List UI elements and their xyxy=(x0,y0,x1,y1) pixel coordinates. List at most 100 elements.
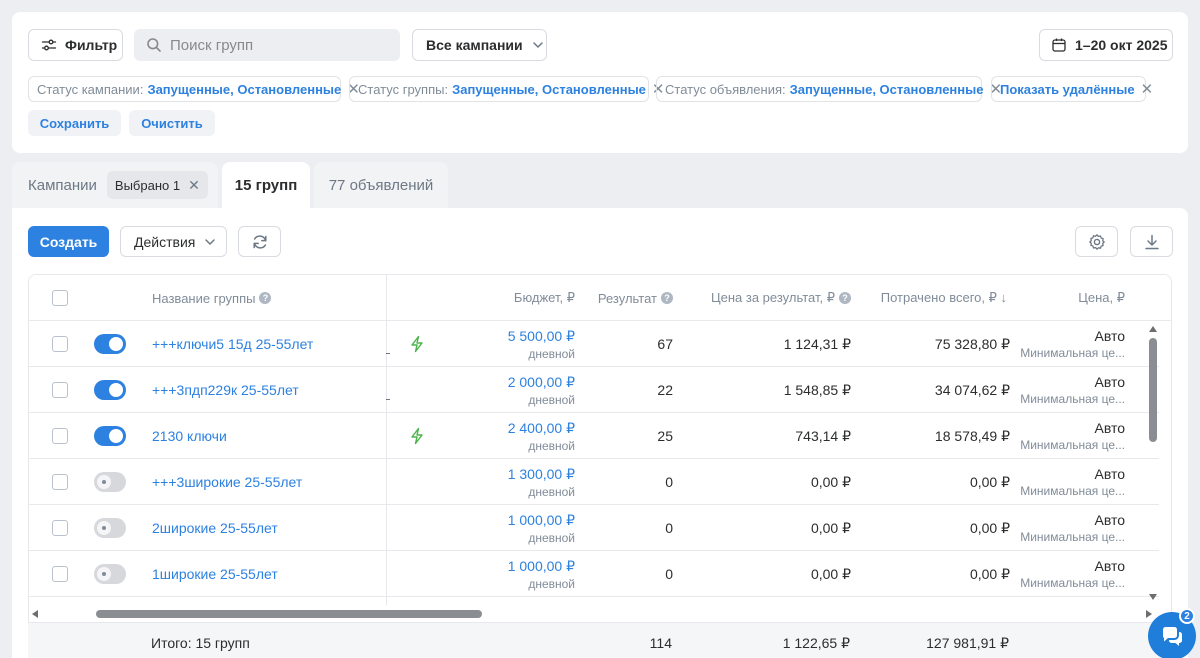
budget-amount[interactable]: 2 000,00 ₽ xyxy=(508,374,575,391)
select-all-checkbox[interactable] xyxy=(52,290,68,306)
header-name[interactable]: Название группы ? xyxy=(152,275,272,321)
budget-cell[interactable]: 2 400,00 ₽ дневной xyxy=(447,413,575,459)
search-input[interactable] xyxy=(170,36,390,54)
filter-chip-show-deleted[interactable]: Показать удалённые ✕ xyxy=(991,76,1153,102)
calendar-icon xyxy=(1052,38,1066,52)
chip-value: Показать удалённые xyxy=(1000,81,1135,97)
spent-cell: 75 328,80 ₽ xyxy=(934,335,1010,352)
bolt-cell xyxy=(409,321,425,367)
budget-cell[interactable]: 2 000,00 ₽ дневной xyxy=(447,367,575,413)
header-cost-per-result[interactable]: Цена за результат, ₽ ? xyxy=(689,275,851,321)
status-toggle[interactable] xyxy=(94,564,126,584)
budget-amount[interactable]: 5 500,00 ₽ xyxy=(508,328,575,345)
status-toggle[interactable] xyxy=(94,334,126,354)
row-toggle-cell xyxy=(94,551,126,597)
horizontal-scrollbar[interactable] xyxy=(28,607,1156,621)
tab-ads[interactable]: 77 объявлений xyxy=(314,162,448,208)
save-filter-button[interactable]: Сохранить xyxy=(28,110,121,136)
price-cell: Авто Минимальная це... xyxy=(1019,551,1125,597)
budget-amount[interactable]: 2 400,00 ₽ xyxy=(508,420,575,437)
budget-amount[interactable]: 1 000,00 ₽ xyxy=(508,558,575,575)
spent-cell: 18 578,49 ₽ xyxy=(934,427,1010,444)
budget-amount[interactable]: 1 300,00 ₽ xyxy=(508,466,575,483)
budget-cell[interactable]: 1 000,00 ₽ дневной xyxy=(447,551,575,597)
help-icon[interactable]: ? xyxy=(661,292,673,304)
chat-icon xyxy=(1162,627,1182,646)
header-result[interactable]: Результат ? xyxy=(589,275,673,321)
date-range-button[interactable]: 1–20 окт 2025 xyxy=(1039,29,1173,61)
filter-button[interactable]: Фильтр xyxy=(28,29,123,61)
table-row[interactable]: 2широкие 25-55лет 1 000,00 ₽ дневной 0 0,00 … xyxy=(29,505,1159,551)
tab-groups[interactable]: 15 групп xyxy=(222,162,310,208)
cost-per-result-cell: 1 124,31 ₽ xyxy=(783,335,851,352)
table-row[interactable]: 2130 ключи 2 400,00 ₽ дневной 25 743,14 ₽ 18 … xyxy=(29,413,1159,459)
result-cell: 0 xyxy=(665,566,673,582)
tab-campaigns[interactable]: Кампании Выбрано 1 ✕ xyxy=(12,162,218,208)
table-settings-button[interactable] xyxy=(1075,226,1118,257)
search-box[interactable] xyxy=(134,29,400,61)
status-toggle[interactable] xyxy=(94,518,126,538)
group-name-link[interactable]: 2широкие 25-55лет xyxy=(152,505,278,551)
budget-cell[interactable]: 5 500,00 ₽ дневной xyxy=(447,321,575,367)
row-checkbox[interactable] xyxy=(52,566,68,582)
header-price[interactable]: Цена, ₽ xyxy=(1029,275,1125,321)
help-icon[interactable]: ? xyxy=(259,292,272,304)
chevron-down-icon xyxy=(532,42,543,48)
group-name-link[interactable]: +++ключи5 15д 25-55лет xyxy=(152,321,313,367)
header-name-label: Название группы xyxy=(152,290,256,306)
filter-chip-campaign-status[interactable]: Статус кампании: Запущенные, Остановленн… xyxy=(28,76,360,102)
scroll-thumb[interactable] xyxy=(96,610,482,618)
scroll-thumb[interactable] xyxy=(1149,338,1157,442)
download-button[interactable] xyxy=(1130,226,1173,257)
row-checkbox[interactable] xyxy=(52,474,68,490)
scroll-up-icon[interactable] xyxy=(1149,326,1157,332)
header-budget[interactable]: Бюджет, ₽ xyxy=(447,275,575,321)
header-spent-total[interactable]: Потрачено всего, ₽ ↓ xyxy=(865,275,1007,321)
create-button[interactable]: Создать xyxy=(28,226,109,257)
group-name-link[interactable]: +++3широкие 25-55лет xyxy=(152,459,302,505)
table-row[interactable]: +++3широкие 25-55лет 1 300,00 ₽ дневной 0 0,… xyxy=(29,459,1159,505)
cost-per-result-cell: 0,00 ₽ xyxy=(810,519,851,536)
scroll-down-icon[interactable] xyxy=(1149,594,1157,600)
status-toggle[interactable] xyxy=(94,472,126,492)
help-icon[interactable]: ? xyxy=(839,292,851,304)
refresh-button[interactable] xyxy=(238,226,281,257)
budget-cell[interactable]: 1 300,00 ₽ дневной xyxy=(447,459,575,505)
result-cell: 0 xyxy=(665,474,673,490)
budget-amount[interactable]: 1 000,00 ₽ xyxy=(508,512,575,529)
spent-cell: 0,00 ₽ xyxy=(969,565,1010,582)
row-checkbox-cell xyxy=(52,505,68,551)
row-checkbox[interactable] xyxy=(52,382,68,398)
close-icon[interactable]: ✕ xyxy=(188,177,200,194)
close-icon[interactable]: ✕ xyxy=(1141,82,1154,97)
divider xyxy=(386,399,390,400)
totals-result: 114 xyxy=(649,635,672,651)
vertical-scrollbar[interactable] xyxy=(1147,322,1161,602)
filter-label: Фильтр xyxy=(65,37,118,53)
scroll-right-icon[interactable] xyxy=(1146,610,1152,618)
price-note: Минимальная це... xyxy=(1020,576,1125,590)
filter-chip-ad-status[interactable]: Статус объявления: Запущенные, Остановле… xyxy=(656,76,1002,102)
row-checkbox[interactable] xyxy=(52,336,68,352)
group-name-link[interactable]: +++3пдп229к 25-55лет xyxy=(152,367,299,413)
status-toggle[interactable] xyxy=(94,426,126,446)
sliders-icon xyxy=(41,39,57,51)
budget-period: дневной xyxy=(528,576,575,591)
table-row[interactable]: 1широкие 25-55лет 1 000,00 ₽ дневной 0 0,00 … xyxy=(29,551,1159,597)
group-name-link[interactable]: 2130 ключи xyxy=(152,413,227,459)
budget-cell[interactable]: 1 000,00 ₽ дневной xyxy=(447,505,575,551)
row-checkbox[interactable] xyxy=(52,428,68,444)
result-cell: 0 xyxy=(665,520,673,536)
price-note: Минимальная це... xyxy=(1020,484,1125,498)
scroll-left-icon[interactable] xyxy=(32,610,38,618)
table-row[interactable]: +++ключи5 15д 25-55лет 5 500,00 ₽ дневной 6… xyxy=(29,321,1159,367)
table-row[interactable]: +++3пдп229к 25-55лет 2 000,00 ₽ дневной 22 1… xyxy=(29,367,1159,413)
filter-chip-group-status[interactable]: Статус группы: Запущенные, Остановленные… xyxy=(349,76,664,102)
campaign-select[interactable]: Все кампании xyxy=(412,29,547,61)
row-checkbox[interactable] xyxy=(52,520,68,536)
group-name-link[interactable]: 1широкие 25-55лет xyxy=(152,551,278,597)
clear-filter-button[interactable]: Очистить xyxy=(129,110,215,136)
actions-dropdown[interactable]: Действия xyxy=(120,226,227,257)
status-toggle[interactable] xyxy=(94,380,126,400)
selected-chip[interactable]: Выбрано 1 ✕ xyxy=(106,171,208,199)
